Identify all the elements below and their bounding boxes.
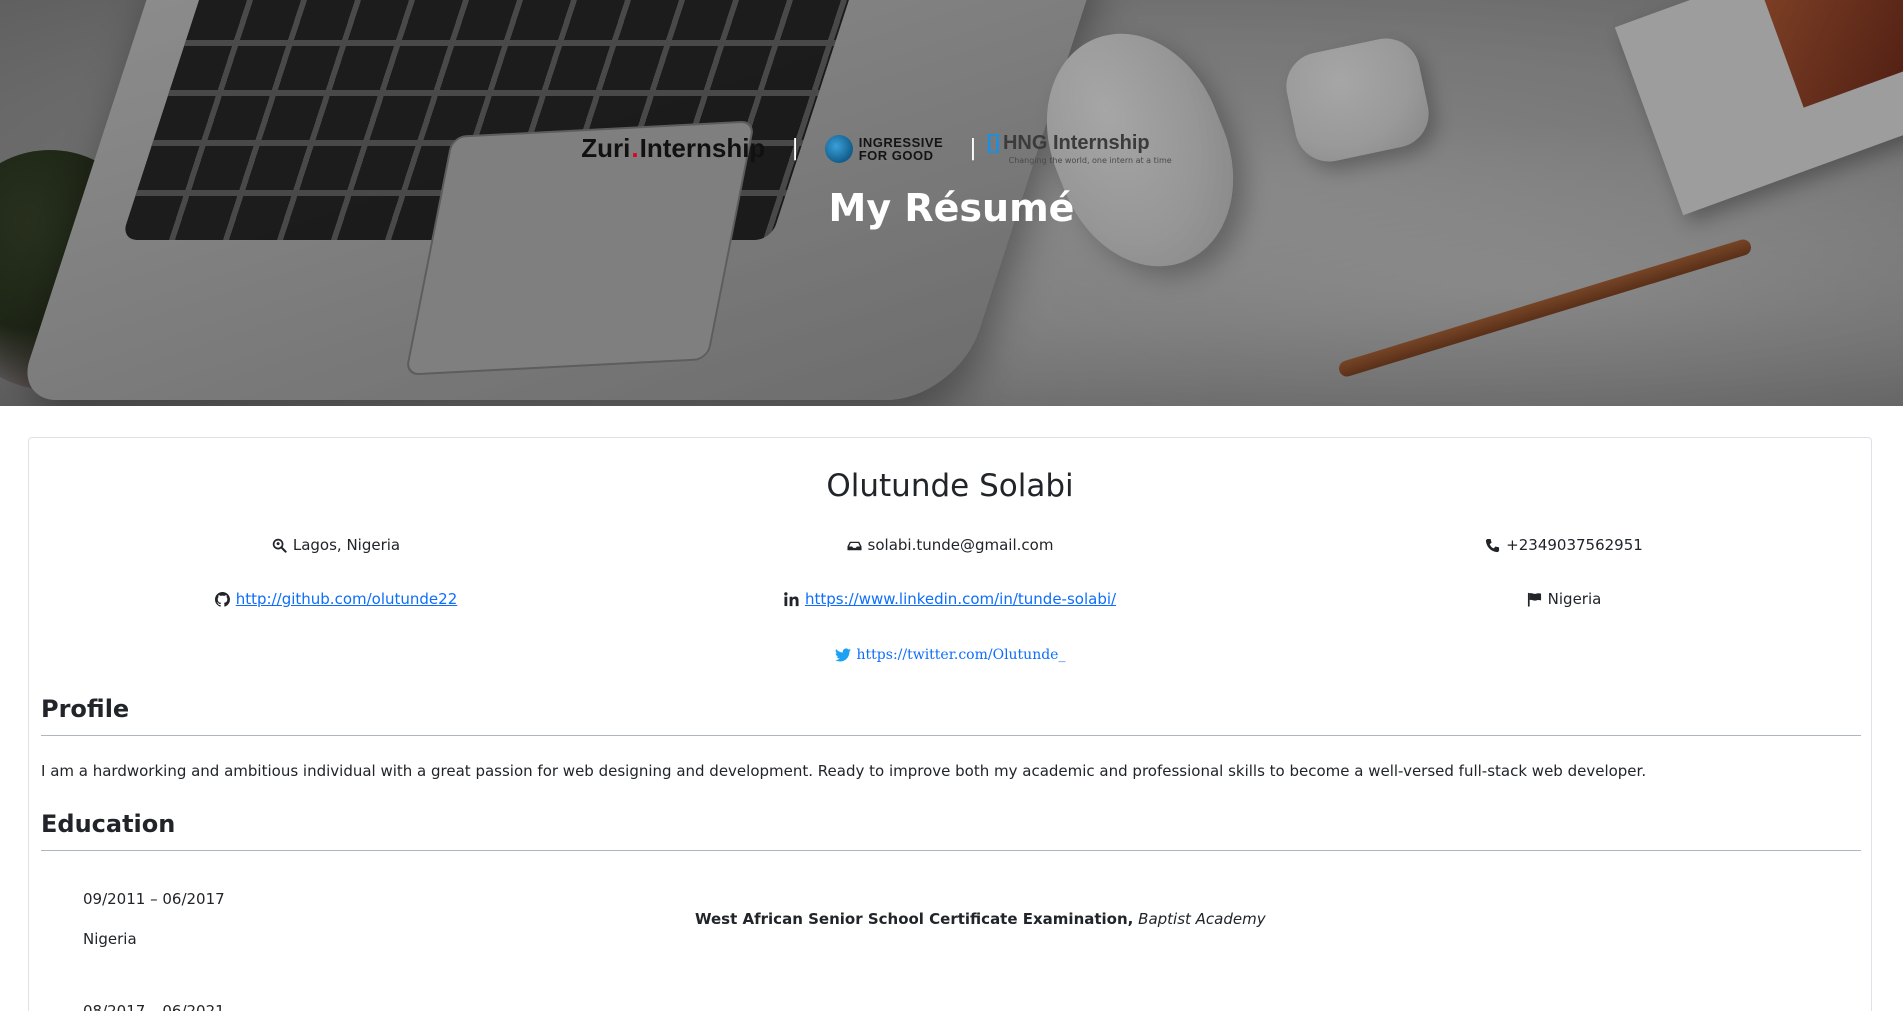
zuri-logo: Zuri. Internship (581, 133, 766, 163)
education-item: 09/2011 – 06/2017 Nigeria West African S… (83, 890, 1863, 948)
education-country: Nigeria (83, 930, 137, 948)
linkedin-icon (784, 591, 799, 606)
logo-separator: | (791, 136, 799, 161)
profile-heading: Profile (41, 695, 1861, 736)
logo-separator: | (969, 136, 977, 161)
country-item: Nigeria (1257, 590, 1871, 608)
globe-icon (824, 134, 853, 163)
resume-name: Olutunde Solabi (826, 468, 1074, 504)
search-location-icon (272, 538, 287, 553)
profile-text: I am a hardworking and ambitious individ… (41, 762, 1647, 780)
contact-row-2: http://github.com/olutunde22 https://www… (29, 590, 1871, 608)
education-qualification: West African Senior School Certificate E… (695, 910, 1134, 928)
phone-icon (1486, 538, 1500, 552)
linkedin-link[interactable]: https://www.linkedin.com/in/tunde-solabi… (805, 590, 1116, 608)
sponsor-logos: Zuri. Internship | INGRESSIVE FOR GOOD | … (0, 132, 1903, 165)
inbox-icon (847, 541, 862, 550)
location-item: Lagos, Nigeria (29, 536, 643, 554)
twitter-item: https://twitter.com/Olutunde_ (29, 647, 1871, 663)
email-item: solabi.tunde@gmail.com (643, 536, 1257, 554)
education-date: 08/2017 – 06/2021 (83, 1002, 225, 1011)
hero-banner: Zuri. Internship | INGRESSIVE FOR GOOD | … (0, 0, 1903, 406)
education-item: 08/2017 – 06/2021 (83, 1002, 1863, 1011)
resume-card: Olutunde Solabi Lagos, Nigeria solabi.tu… (28, 437, 1872, 1011)
education-description: West African Senior School Certificate E… (695, 910, 1266, 928)
flag-icon (1527, 592, 1541, 607)
ingressive-logo: INGRESSIVE FOR GOOD (824, 134, 943, 163)
education-school: Baptist Academy (1138, 910, 1266, 928)
contact-row-1: Lagos, Nigeria solabi.tunde@gmail.com +2… (29, 536, 1871, 554)
twitter-link[interactable]: https://twitter.com/Olutunde_ (857, 647, 1066, 663)
linkedin-item: https://www.linkedin.com/in/tunde-solabi… (643, 590, 1257, 608)
github-item: http://github.com/olutunde22 (29, 590, 643, 608)
twitter-icon (834, 648, 851, 662)
github-icon (214, 591, 230, 607)
page-title: My Résumé (828, 186, 1075, 230)
education-date: 09/2011 – 06/2017 (83, 890, 225, 908)
github-link[interactable]: http://github.com/olutunde22 (236, 590, 458, 608)
education-heading: Education (41, 810, 1861, 851)
hng-logo: [] HNG Internship Changing the world, one… (986, 132, 1172, 165)
phone-item: +2349037562951 (1257, 536, 1871, 554)
